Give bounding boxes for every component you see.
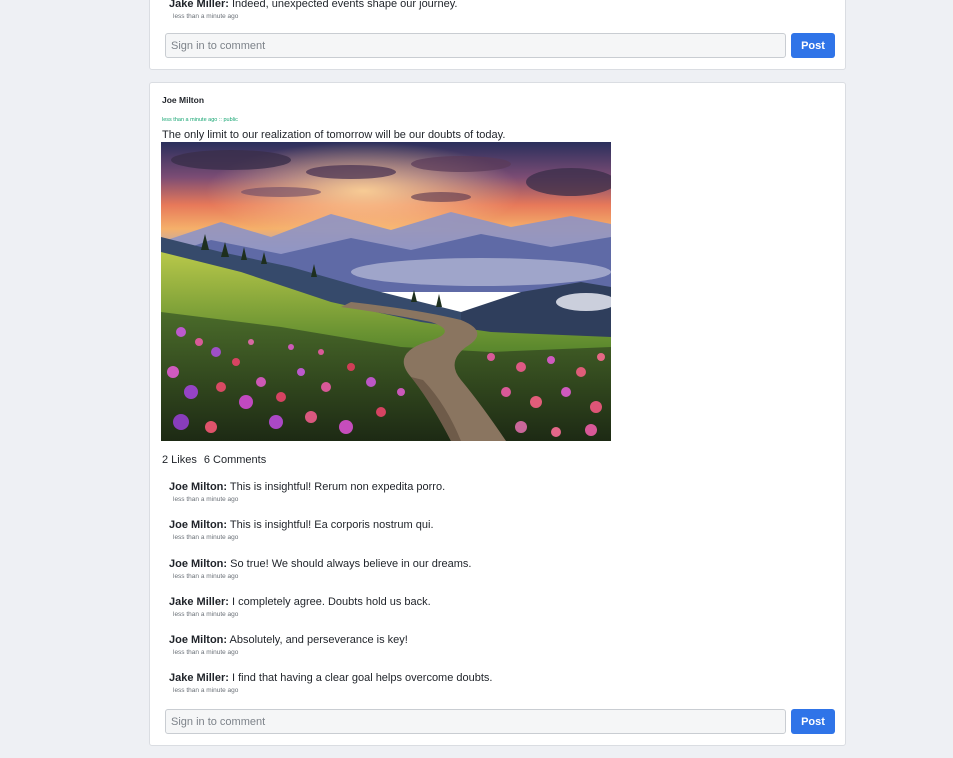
comment-author[interactable]: Jake Miller:: [169, 0, 229, 10]
comment-item: Joe Milton: Absolutely, and perseverance…: [169, 633, 408, 657]
comment-text: This is insightful! Ea corporis nostrum …: [229, 519, 434, 531]
post-image: [161, 142, 611, 441]
likes-count[interactable]: 2 Likes: [162, 454, 197, 466]
comment-item: Jake Miller: I find that having a clear …: [169, 671, 492, 695]
comment-time: less than a minute ago: [173, 496, 239, 503]
comments-count[interactable]: 6 Comments: [204, 454, 266, 466]
comment-text: Indeed, unexpected events shape our jour…: [231, 0, 458, 10]
comment-text: This is insightful! Rerum non expedita p…: [229, 481, 446, 493]
comment-text: Absolutely, and perseverance is key!: [229, 634, 408, 646]
comment-text: I find that having a clear goal helps ov…: [231, 672, 493, 684]
comment-time: less than a minute ago: [173, 534, 239, 541]
comment-item: Jake Miller: I completely agree. Doubts …: [169, 595, 431, 619]
comment-item: Jake Miller: Indeed, unexpected events s…: [169, 0, 457, 21]
post-card: Joe Milton less than a minute ago :: pub…: [149, 82, 846, 746]
comment-time: less than a minute ago: [173, 573, 239, 580]
comment-author[interactable]: Joe Milton:: [169, 558, 227, 570]
comment-time: less than a minute ago: [173, 611, 239, 618]
post-comment-button[interactable]: Post: [791, 709, 835, 734]
comment-item: Joe Milton: So true! We should always be…: [169, 557, 471, 581]
comment-text: So true! We should always believe in our…: [230, 558, 472, 570]
comment-form: Post: [165, 33, 835, 58]
comment-input[interactable]: [165, 709, 786, 734]
post-text: The only limit to our realization of tom…: [162, 129, 506, 141]
post-stats: 2 Likes 6 Comments: [162, 454, 273, 466]
comment-author[interactable]: Jake Miller:: [169, 596, 229, 608]
post-meta: less than a minute ago :: public: [162, 117, 238, 123]
comment-time: less than a minute ago: [173, 649, 239, 656]
previous-post-card: Jake Miller: Indeed, unexpected events s…: [149, 0, 846, 70]
comment-input[interactable]: [165, 33, 786, 58]
comment-form: Post: [165, 709, 835, 734]
post-author[interactable]: Joe Milton: [162, 95, 204, 105]
comment-author[interactable]: Joe Milton:: [169, 634, 227, 646]
comment-author[interactable]: Joe Milton:: [169, 481, 227, 493]
comment-time: less than a minute ago: [173, 687, 239, 694]
comment-item: Joe Milton: This is insightful! Ea corpo…: [169, 518, 434, 542]
comment-author[interactable]: Joe Milton:: [169, 519, 227, 531]
post-comment-button[interactable]: Post: [791, 33, 835, 58]
comment-item: Joe Milton: This is insightful! Rerum no…: [169, 480, 445, 504]
comment-author[interactable]: Jake Miller:: [169, 672, 229, 684]
comment-time: less than a minute ago: [173, 13, 239, 20]
comment-text: I completely agree. Doubts hold us back.: [231, 596, 431, 608]
